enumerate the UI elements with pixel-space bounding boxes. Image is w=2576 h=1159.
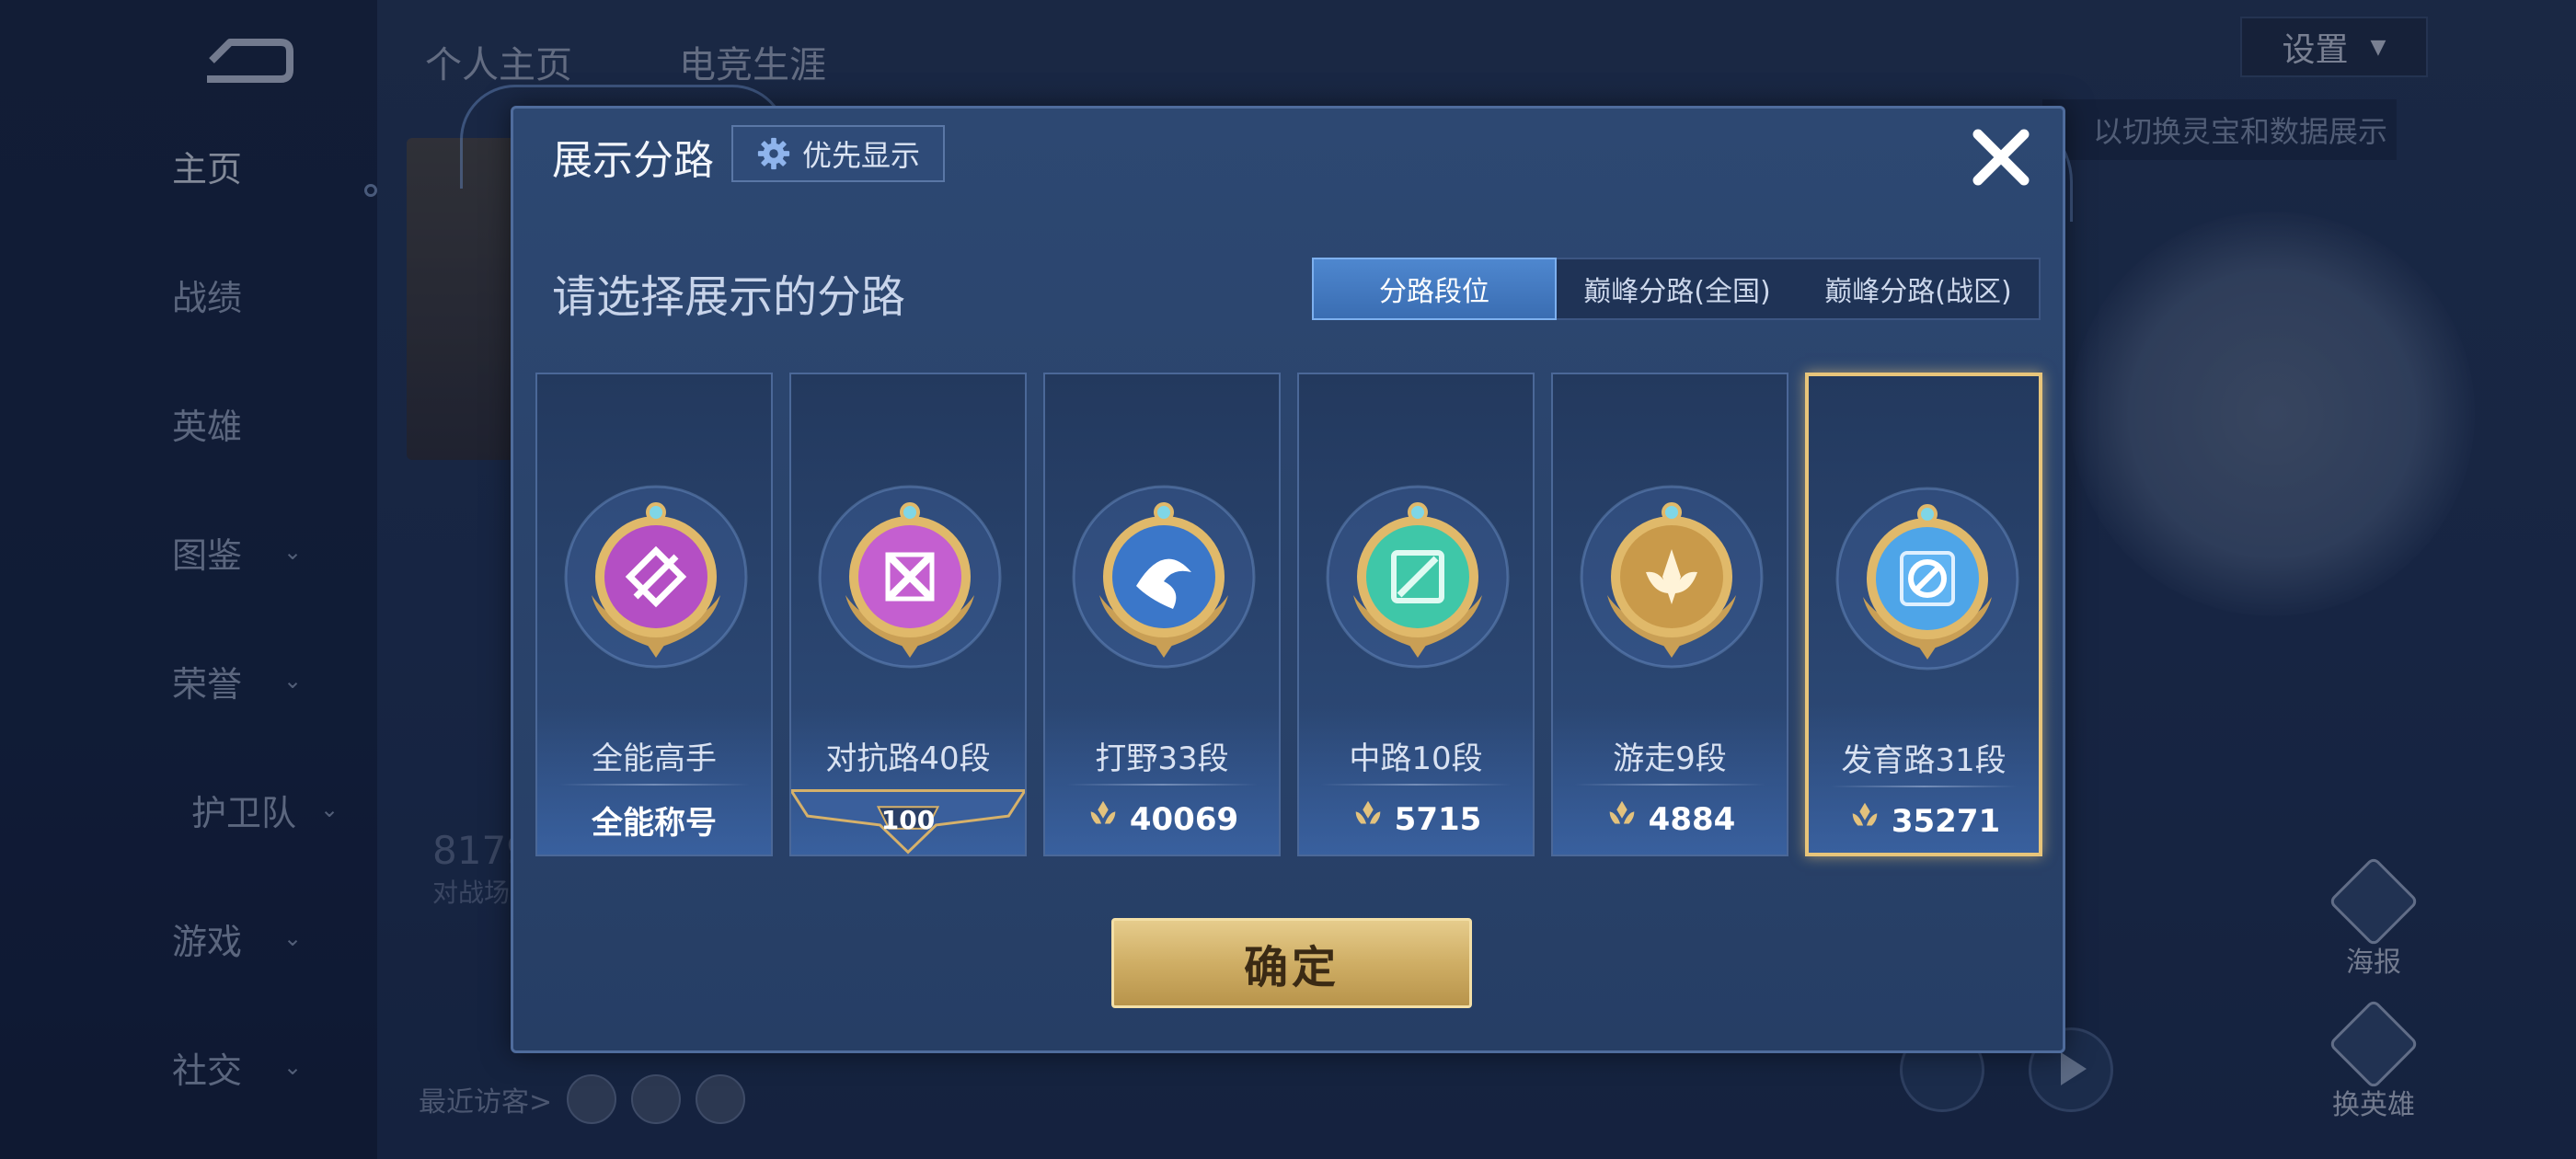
lane-card[interactable]: 对抗路40段 100 bbox=[788, 373, 1028, 856]
lane-value: 全能称号 bbox=[537, 798, 771, 843]
priority-display-label: 优先显示 bbox=[801, 138, 920, 173]
confirm-button[interactable]: 确定 bbox=[1111, 918, 1472, 1008]
lane-value: 5715 bbox=[1299, 798, 1533, 841]
lane-value-text: 4884 bbox=[1648, 800, 1736, 838]
lane-value: 35271 bbox=[1809, 799, 2039, 843]
close-icon[interactable] bbox=[1965, 121, 2037, 193]
lane-display-dialog: 展示分路 优先显示 请选择展示的分路 分路段位 巅峰分路(全国) 巅峰分路(战区… bbox=[511, 106, 2065, 1053]
lane-value-text: 全能称号 bbox=[592, 805, 717, 842]
card-divider bbox=[1575, 784, 1765, 786]
lane-points-icon bbox=[1604, 798, 1649, 841]
all-round-emblem-icon bbox=[564, 485, 748, 669]
lane-value-text: 40069 bbox=[1129, 800, 1239, 838]
badge-value: 100 bbox=[880, 805, 936, 835]
lane-value-text: 5715 bbox=[1394, 800, 1482, 838]
roam-emblem-icon bbox=[1580, 485, 1764, 669]
lane-name: 打野33段 bbox=[1095, 740, 1229, 777]
gear-icon bbox=[757, 137, 790, 170]
tab-lane-rank[interactable]: 分路段位 bbox=[1312, 258, 1557, 320]
card-divider bbox=[1067, 784, 1257, 786]
card-divider bbox=[559, 784, 749, 786]
lane-name: 中路10段 bbox=[1349, 740, 1483, 777]
priority-display-button[interactable]: 优先显示 bbox=[731, 125, 945, 182]
segment-tabs: 分路段位 巅峰分路(全国) 巅峰分路(战区) bbox=[1312, 258, 2041, 320]
lane-value-text: 35271 bbox=[1891, 802, 2001, 840]
card-divider bbox=[1321, 784, 1511, 786]
lane-name: 对抗路40段 bbox=[825, 740, 991, 777]
lane-card[interactable]: 全能高手 全能称号 bbox=[535, 373, 773, 856]
lane-card[interactable]: 游走9段 4884 bbox=[1551, 373, 1788, 856]
lane-name: 游走9段 bbox=[1613, 740, 1727, 777]
lane-name: 发育路31段 bbox=[1841, 742, 2007, 779]
lane-card[interactable]: 发育路31段 35271 bbox=[1805, 373, 2042, 856]
lane-cards: 全能高手 全能称号 对抗路40段 100 打野33段 40069 中路10段 5715 游走9段… bbox=[535, 373, 2044, 856]
lane-card[interactable]: 打野33段 40069 bbox=[1043, 373, 1281, 856]
dialog-subtitle: 请选择展示的分路 bbox=[552, 271, 906, 323]
rank-star-badge: 100 bbox=[788, 788, 1028, 855]
clash-lane-emblem-icon bbox=[818, 485, 1002, 669]
lane-points-icon bbox=[1847, 799, 1892, 843]
lane-card[interactable]: 中路10段 5715 bbox=[1297, 373, 1535, 856]
dialog-title: 展示分路 bbox=[552, 137, 714, 184]
mid-lane-emblem-icon bbox=[1326, 485, 1510, 669]
lane-name: 全能高手 bbox=[592, 740, 717, 777]
jungle-emblem-icon bbox=[1072, 485, 1256, 669]
lane-value: 40069 bbox=[1045, 798, 1279, 841]
card-divider bbox=[1831, 786, 2017, 787]
lane-points-icon bbox=[1086, 798, 1130, 841]
lane-value: 4884 bbox=[1553, 798, 1787, 841]
tab-peak-lane-national[interactable]: 巅峰分路(全国) bbox=[1557, 259, 1798, 318]
tab-peak-lane-region[interactable]: 巅峰分路(战区) bbox=[1798, 259, 2039, 318]
farm-lane-emblem-icon bbox=[1835, 487, 2019, 671]
lane-points-icon bbox=[1351, 798, 1395, 841]
